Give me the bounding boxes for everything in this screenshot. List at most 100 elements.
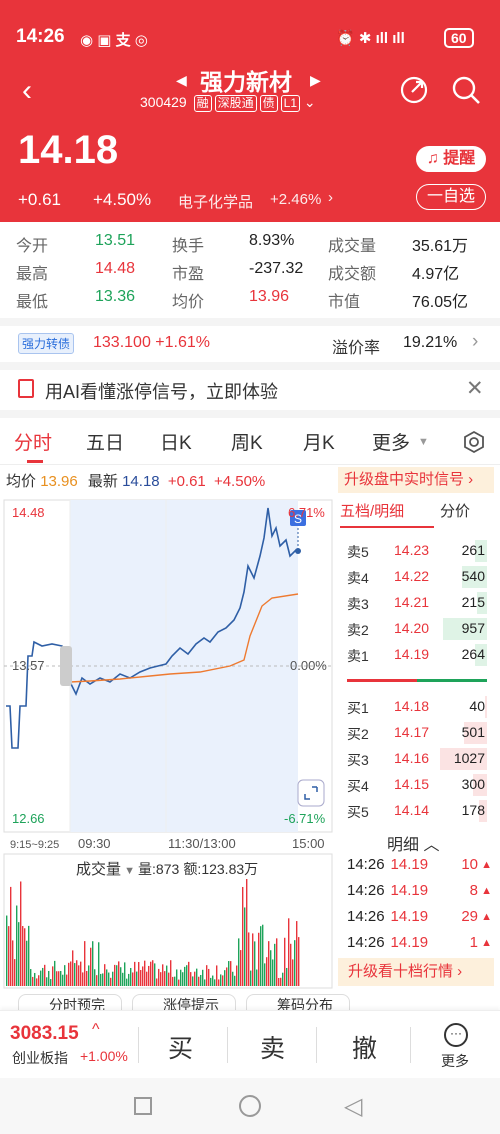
tab-1[interactable]: 五日 (86, 428, 124, 455)
prev-stock-icon[interactable]: ◀ (176, 72, 187, 89)
volume-bar (270, 950, 272, 986)
stat-label: 换手 (172, 238, 205, 255)
close-icon[interactable]: ✕ (466, 376, 484, 401)
caret-down-icon[interactable]: ▼ (418, 436, 429, 448)
volume-bar (54, 960, 56, 986)
book-row[interactable]: 买1 14.18 40 (347, 694, 487, 720)
stat-label: 最高 (16, 266, 49, 283)
volume-bar (282, 972, 284, 986)
book-row[interactable]: 买5 14.14 178 (347, 798, 487, 824)
index-value[interactable]: 3083.15 (10, 1023, 79, 1045)
stock-code: 300429 (140, 94, 187, 110)
book-level: 卖3 (347, 596, 369, 612)
book-row[interactable]: 买3 14.16 1027 (347, 746, 487, 772)
volume-bar (272, 959, 274, 986)
sector-name[interactable]: 电子化学品 (178, 191, 253, 212)
book-tab-price[interactable]: 分价 (440, 500, 470, 521)
back-nav-icon[interactable]: ◁ (344, 1092, 362, 1121)
volume-bar (166, 965, 168, 986)
tick-volume: 29 (461, 908, 478, 925)
volume-bar (78, 965, 80, 986)
divider (0, 464, 500, 465)
volume-bar (38, 975, 40, 986)
volume-bar (104, 964, 106, 986)
more-label[interactable]: 更多 (441, 1051, 469, 1071)
volume-amount: 量:873 (138, 861, 180, 877)
book-row[interactable]: 卖5 14.23 261 (347, 538, 487, 564)
book-row[interactable]: 买2 14.17 501 (347, 720, 487, 746)
book-price: 14.18 (394, 698, 430, 714)
settings-icon[interactable] (462, 430, 486, 454)
tab-4[interactable]: 月K (303, 428, 335, 455)
detail-header[interactable]: 明细 ︿ (387, 831, 439, 855)
book-tab-orders[interactable]: 五档/明细 (340, 500, 404, 521)
index-name[interactable]: 创业板指 (12, 1048, 68, 1068)
volume-bar (200, 974, 202, 986)
buy-button[interactable]: 买 (168, 1029, 193, 1065)
search-icon[interactable] (450, 74, 482, 106)
tick-row: 14:26 14.19 1 ▲ (347, 934, 492, 951)
volume-bar (194, 971, 196, 986)
ai-banner[interactable]: 用AI看懂涨停信号，立即体验 ✕ (0, 370, 500, 410)
tab-2[interactable]: 日K (160, 428, 192, 455)
share-icon[interactable] (398, 74, 430, 106)
volume-bar (116, 965, 118, 986)
volume-bar (100, 973, 102, 986)
book-price: 14.23 (394, 542, 430, 558)
volume-header: 成交量 ▼ 量:873 额:123.83万 (76, 858, 259, 879)
next-stock-icon[interactable]: ▶ (310, 72, 321, 89)
book-row[interactable]: 卖1 14.19 264 (347, 642, 487, 668)
tab-3[interactable]: 周K (231, 428, 263, 455)
tab-5[interactable]: 更多 (372, 428, 410, 455)
drag-handle[interactable] (60, 646, 72, 686)
volume-bar (240, 950, 242, 986)
volume-bar (110, 977, 112, 986)
book-row[interactable]: 卖3 14.21 215 (347, 590, 487, 616)
volume-bar (156, 978, 158, 986)
current-price: 14.18 (18, 128, 119, 172)
bond-row[interactable]: 强力转债 133.100 +1.61% 溢价率 19.21% › (0, 326, 500, 362)
volume-bar (188, 961, 190, 986)
peek-chip[interactable]: 涨停提示 (132, 994, 236, 1010)
volume-bar (6, 915, 8, 986)
bond-tag: 强力转债 (18, 333, 75, 354)
peek-chip[interactable]: 筹码分布 (246, 994, 350, 1010)
tab-0[interactable]: 分时 (14, 428, 52, 455)
book-row[interactable]: 卖4 14.22 540 (347, 564, 487, 590)
feature-peek-row: 分时预完 涨停提示 筹码分布 (0, 992, 500, 1010)
volume-bar (148, 965, 150, 986)
tick-time: 14:26 (347, 882, 385, 899)
caret-down-icon[interactable]: ▼ (121, 865, 138, 877)
chevron-right-icon[interactable]: › (328, 189, 333, 206)
volume-bar (14, 959, 16, 986)
fullscreen-icon[interactable] (297, 779, 325, 807)
cancel-button[interactable]: 撤 (352, 1029, 377, 1065)
recents-icon[interactable] (134, 1097, 152, 1115)
chevron-down-icon[interactable]: ⌄ (304, 94, 316, 110)
peek-chip[interactable]: 分时预完 (18, 994, 122, 1010)
intraday-chart[interactable]: S 14.48 13.57 12.66 6.71% 0.00% -6.71% 9… (0, 496, 340, 856)
volume-bar (60, 970, 62, 986)
upgrade-level2-button[interactable]: 升级看十档行情 › (338, 958, 494, 986)
book-row[interactable]: 卖2 14.20 957 (347, 616, 487, 642)
pct-max: 6.71% (288, 505, 325, 520)
volume-bar (140, 970, 142, 986)
sell-button[interactable]: 卖 (260, 1029, 285, 1065)
more-icon[interactable]: ··· (444, 1023, 468, 1047)
upgrade-signal-button[interactable]: 升级盘中实时信号 › (338, 467, 494, 493)
remind-button[interactable]: ♫ 提醒 (416, 146, 486, 172)
back-icon[interactable]: ‹ (22, 74, 32, 108)
volume-bar (178, 979, 180, 986)
volume-bar (86, 970, 88, 986)
watchlist-button[interactable]: 一自选 (416, 184, 486, 210)
book-row[interactable]: 买4 14.15 300 (347, 772, 487, 798)
volume-bar (232, 971, 234, 986)
tick-price: 14.19 (390, 856, 429, 873)
volume-bar (160, 972, 162, 986)
sector-pct[interactable]: +2.46% (270, 191, 321, 208)
volume-label[interactable]: 成交量 (76, 861, 121, 878)
avg-value: 13.96 (40, 473, 78, 490)
book-price: 14.21 (394, 594, 430, 610)
volume-bar (84, 941, 86, 986)
home-icon[interactable] (239, 1095, 261, 1117)
